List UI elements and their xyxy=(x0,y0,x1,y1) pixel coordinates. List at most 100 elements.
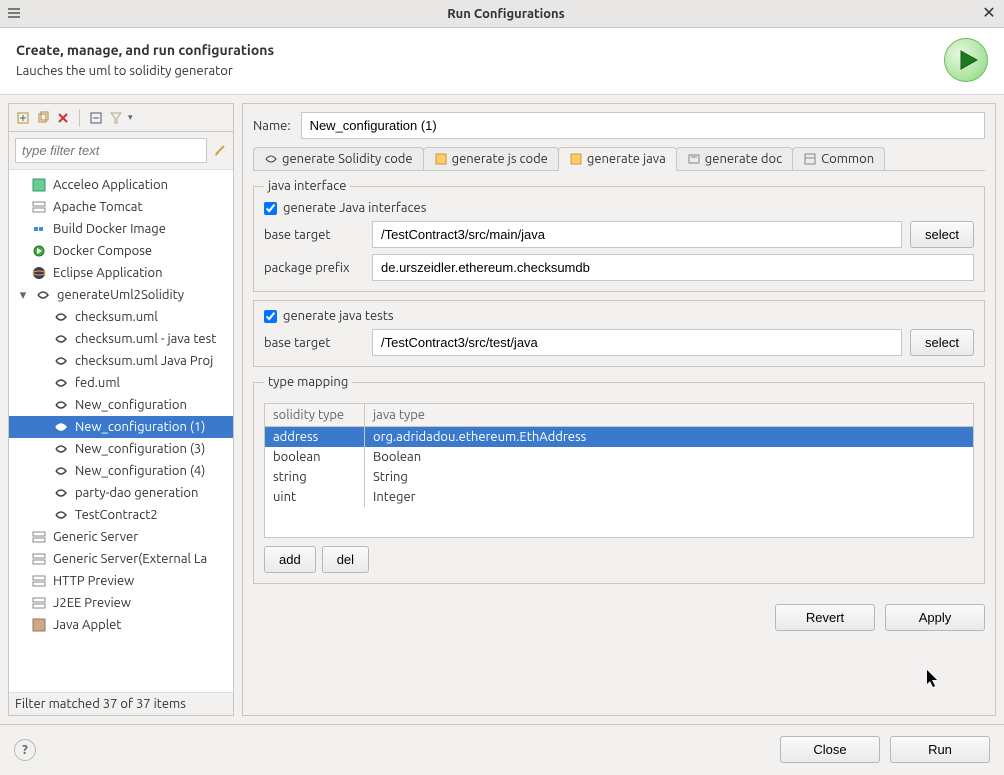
tree-child-item[interactable]: New_configuration (4) xyxy=(9,460,233,482)
base-target-input[interactable] xyxy=(372,221,902,248)
java-interface-group: java interface generate Java interfaces … xyxy=(253,179,985,292)
tab-icon xyxy=(803,152,817,166)
filter-input[interactable] xyxy=(15,138,207,163)
window-title: Run Configurations xyxy=(32,7,980,21)
tab-generate-java[interactable]: generate java xyxy=(558,147,677,171)
tree-child-item[interactable]: New_configuration xyxy=(9,394,233,416)
del-mapping-button[interactable]: del xyxy=(322,546,369,573)
close-button[interactable]: Close xyxy=(780,736,880,763)
tree-item[interactable]: HTTP Preview xyxy=(9,570,233,592)
package-prefix-input[interactable] xyxy=(372,254,974,281)
menu-icon[interactable] xyxy=(6,5,24,23)
tab-generate-doc[interactable]: generate doc xyxy=(676,147,793,170)
table-row[interactable]: uintInteger xyxy=(265,487,973,507)
clear-filter-icon[interactable] xyxy=(213,143,227,159)
dialog-footer: ? Close Run xyxy=(0,724,1004,774)
sol-icon xyxy=(53,507,69,523)
server-icon xyxy=(31,573,47,589)
select-tests-base-target-button[interactable]: select xyxy=(910,329,974,356)
sol-icon xyxy=(35,287,51,303)
tree-child-item[interactable]: checksum.uml Java Proj xyxy=(9,350,233,372)
tab-icon xyxy=(569,152,583,166)
tab-generate-js-code[interactable]: generate js code xyxy=(423,147,559,170)
table-row[interactable]: addressorg.adridadou.ethereum.EthAddress xyxy=(265,427,973,447)
sol-icon xyxy=(53,309,69,325)
tree-child-item[interactable]: party-dao generation xyxy=(9,482,233,504)
server-icon xyxy=(31,529,47,545)
tree-child-item[interactable]: TestContract2 xyxy=(9,504,233,526)
apply-button[interactable]: Apply xyxy=(885,604,985,631)
run-button[interactable]: Run xyxy=(890,736,990,763)
tree-child-item[interactable]: checksum.uml - java test xyxy=(9,328,233,350)
tree-item[interactable]: Apache Tomcat xyxy=(9,196,233,218)
tree-item[interactable]: Generic Server xyxy=(9,526,233,548)
new-config-icon[interactable] xyxy=(15,110,31,126)
config-tree[interactable]: Acceleo ApplicationApache TomcatBuild Do… xyxy=(9,170,233,692)
header-title: Create, manage, and run configurations xyxy=(16,42,274,58)
tests-base-target-label: base target xyxy=(264,336,364,350)
revert-button[interactable]: Revert xyxy=(775,604,875,631)
generate-java-tests-checkbox[interactable] xyxy=(264,310,277,323)
tree-item[interactable]: Docker Compose xyxy=(9,240,233,262)
dropdown-arrow-icon[interactable]: ▾ xyxy=(128,112,133,123)
duplicate-config-icon[interactable] xyxy=(35,110,51,126)
tab-icon xyxy=(687,152,701,166)
server-icon xyxy=(31,595,47,611)
header-subtitle: Lauches the uml to solidity generator xyxy=(16,64,274,78)
eclipse-icon xyxy=(31,265,47,281)
docker-icon xyxy=(31,221,47,237)
sol-icon xyxy=(53,375,69,391)
window-titlebar: Run Configurations ✕ xyxy=(0,0,1004,28)
java-tests-group: generate java tests base target select xyxy=(253,300,985,367)
tab-generate-solidity-code[interactable]: generate Solidity code xyxy=(253,147,424,170)
tree-item[interactable]: Generic Server(External La xyxy=(9,548,233,570)
separator xyxy=(79,109,80,127)
delete-config-icon[interactable] xyxy=(55,110,71,126)
name-input[interactable] xyxy=(301,112,985,139)
java-interface-legend: java interface xyxy=(264,179,350,193)
collapse-all-icon[interactable] xyxy=(88,110,104,126)
filter-icon[interactable] xyxy=(108,110,124,126)
col-solidity-type: solidity type xyxy=(265,404,365,426)
tree-item[interactable]: Java Applet xyxy=(9,614,233,636)
tree-child-item[interactable]: fed.uml xyxy=(9,372,233,394)
tree-child-item[interactable]: New_configuration (1) xyxy=(9,416,233,438)
type-mapping-legend: type mapping xyxy=(264,375,352,389)
server-icon xyxy=(31,551,47,567)
tree-item[interactable]: Eclipse Application xyxy=(9,262,233,284)
config-sidebar: ▾ Acceleo ApplicationApache TomcatBuild … xyxy=(8,103,234,716)
dialog-header: Create, manage, and run configurations L… xyxy=(0,28,1004,95)
collapse-arrow-icon[interactable]: ▾ xyxy=(17,288,29,303)
tree-child-item[interactable]: checksum.uml xyxy=(9,306,233,328)
sidebar-toolbar: ▾ xyxy=(9,104,233,132)
tab-icon xyxy=(264,152,278,166)
tree-item[interactable]: J2EE Preview xyxy=(9,592,233,614)
tree-item[interactable]: Acceleo Application xyxy=(9,174,233,196)
tab-icon xyxy=(434,152,448,166)
sol-icon xyxy=(53,441,69,457)
sol-icon xyxy=(53,353,69,369)
col-java-type: java type xyxy=(365,404,973,426)
table-row[interactable]: booleanBoolean xyxy=(265,447,973,467)
generate-java-interfaces-checkbox[interactable] xyxy=(264,202,277,215)
type-mapping-table[interactable]: solidity type java type addressorg.adrid… xyxy=(264,403,974,538)
filter-status: Filter matched 37 of 37 items xyxy=(9,692,233,715)
add-mapping-button[interactable]: add xyxy=(264,546,316,573)
package-prefix-label: package prefix xyxy=(264,261,364,275)
sol-icon xyxy=(53,463,69,479)
tree-item-expanded[interactable]: ▾generateUml2Solidity xyxy=(9,284,233,306)
sol-icon xyxy=(53,419,69,435)
generate-java-interfaces-label: generate Java interfaces xyxy=(283,201,426,215)
type-mapping-group: type mapping solidity type java type add… xyxy=(253,375,985,584)
tab-common[interactable]: Common xyxy=(792,147,885,170)
help-icon[interactable]: ? xyxy=(14,739,36,761)
run-large-icon xyxy=(944,38,988,82)
tree-item[interactable]: Build Docker Image xyxy=(9,218,233,240)
tree-child-item[interactable]: New_configuration (3) xyxy=(9,438,233,460)
tests-base-target-input[interactable] xyxy=(372,329,902,356)
sol-icon xyxy=(53,331,69,347)
compose-icon xyxy=(31,243,47,259)
table-row[interactable]: stringString xyxy=(265,467,973,487)
window-close-button[interactable]: ✕ xyxy=(980,5,998,23)
select-base-target-button[interactable]: select xyxy=(910,221,974,248)
